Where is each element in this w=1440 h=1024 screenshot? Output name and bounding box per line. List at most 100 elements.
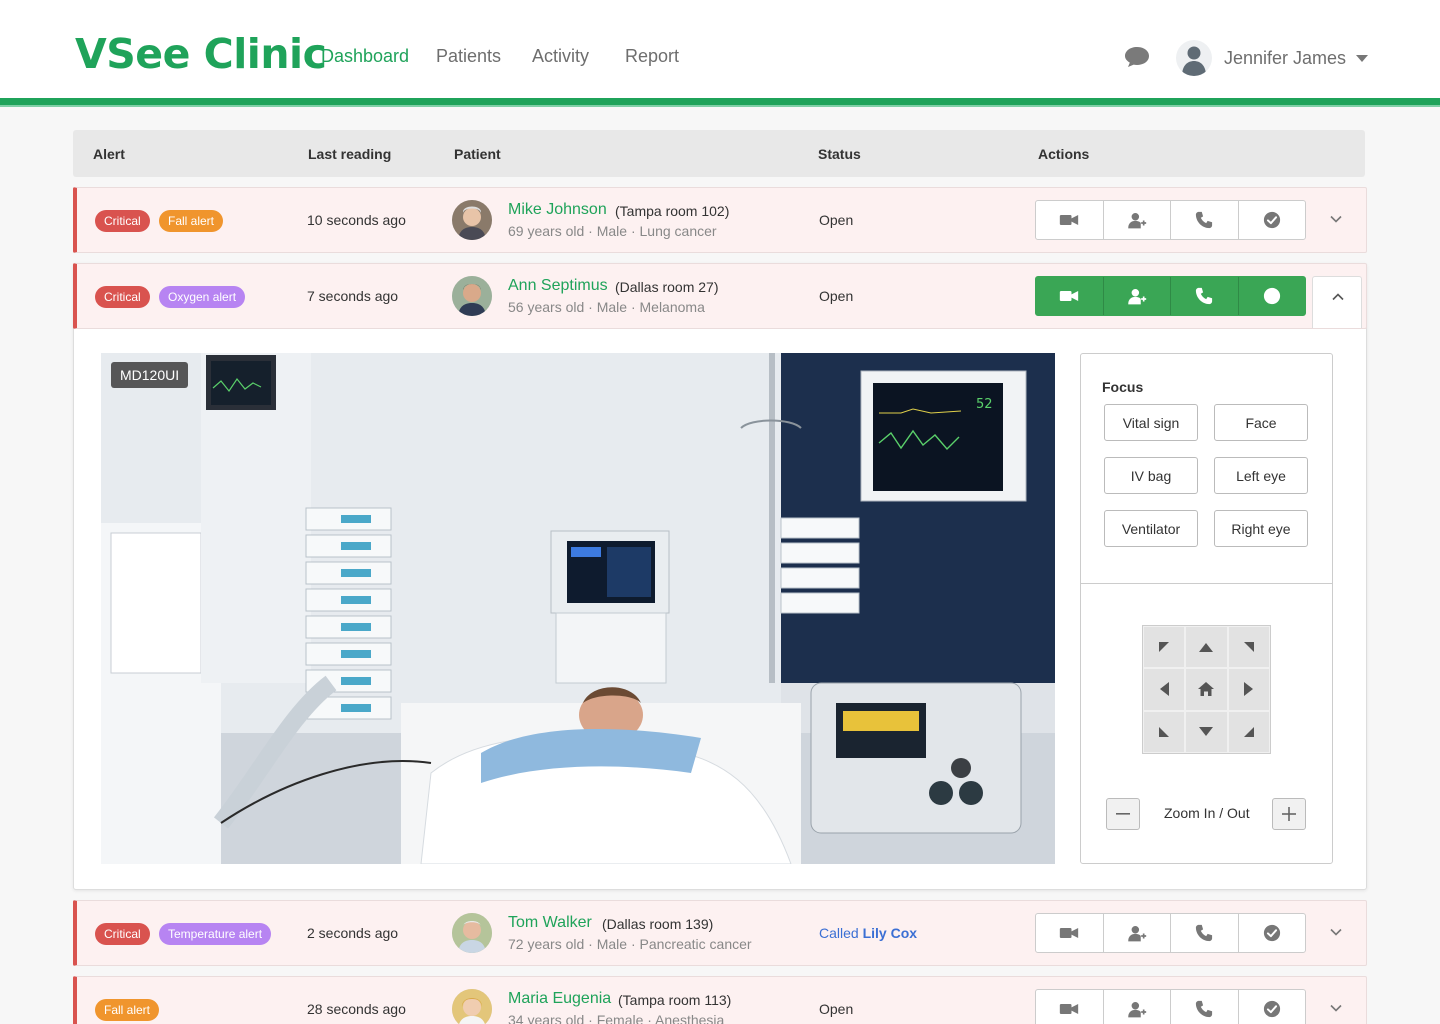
focus-iv-bag-button[interactable]: IV bag	[1104, 457, 1198, 494]
chevron-down-icon[interactable]	[1329, 1001, 1343, 1015]
alert-badge-fall: Fall alert	[95, 999, 160, 1021]
user-name[interactable]: Jennifer James	[1224, 48, 1346, 69]
assign-user-button[interactable]	[1104, 990, 1171, 1024]
patient-name[interactable]: Tom Walker	[508, 914, 592, 932]
arrow-up-right-icon	[1243, 642, 1254, 653]
pan-down-left-button[interactable]	[1143, 710, 1186, 753]
zoom-label: Zoom In / Out	[1164, 805, 1250, 821]
video-call-button[interactable]	[1036, 914, 1104, 952]
column-header-last-reading: Last reading	[308, 146, 392, 162]
video-icon	[1059, 926, 1079, 940]
assign-user-button[interactable]	[1104, 201, 1171, 239]
arrow-right-icon	[1244, 682, 1254, 697]
assign-user-button[interactable]	[1104, 277, 1171, 315]
phone-icon	[1195, 1000, 1213, 1018]
add-user-icon	[1127, 1001, 1147, 1018]
app-logo[interactable]: VSee Clinic	[75, 30, 327, 78]
check-icon	[1263, 1000, 1281, 1018]
table-row[interactable]: Critical Oxygen alert 7 seconds ago Ann …	[73, 263, 1367, 329]
resolve-button[interactable]	[1239, 201, 1306, 239]
collapse-row-button[interactable]	[1312, 276, 1362, 328]
pan-right-button[interactable]	[1227, 668, 1270, 711]
focus-right-eye-button[interactable]: Right eye	[1214, 510, 1308, 547]
status-text: Open	[819, 212, 854, 228]
nav-patients[interactable]: Patients	[436, 46, 501, 67]
video-feed[interactable]: 52 MD120UI	[101, 353, 1055, 864]
phone-call-button[interactable]	[1171, 201, 1239, 239]
video-call-button[interactable]	[1036, 201, 1104, 239]
chevron-down-icon[interactable]	[1356, 55, 1368, 62]
expanded-row-panel: Critical Oxygen alert 7 seconds ago Ann …	[73, 263, 1367, 890]
resolve-button[interactable]	[1239, 277, 1306, 315]
check-icon	[1263, 211, 1281, 229]
video-icon	[1059, 1002, 1079, 1016]
user-avatar[interactable]	[1176, 40, 1212, 76]
patient-room: (Tampa room 102)	[615, 203, 730, 219]
check-icon	[1263, 924, 1281, 942]
phone-icon	[1195, 211, 1213, 229]
phone-call-button[interactable]	[1171, 990, 1239, 1024]
zoom-out-button[interactable]	[1106, 798, 1140, 830]
focus-left-eye-button[interactable]: Left eye	[1214, 457, 1308, 494]
video-call-button[interactable]	[1036, 990, 1104, 1024]
header-accent-bar	[0, 98, 1440, 107]
alert-badge-critical: Critical	[95, 210, 150, 232]
camera-control-panel: Focus Vital sign Face IV bag Left eye Ve…	[1080, 353, 1333, 864]
nav-dashboard[interactable]: Dashboard	[321, 46, 409, 67]
phone-call-button[interactable]	[1171, 914, 1239, 952]
focus-face-button[interactable]: Face	[1214, 404, 1308, 441]
nav-report[interactable]: Report	[625, 46, 679, 67]
focus-title: Focus	[1102, 379, 1144, 395]
arrow-left-icon	[1159, 682, 1169, 697]
patient-avatar	[452, 200, 492, 240]
zoom-in-button[interactable]	[1272, 798, 1306, 830]
last-reading: 28 seconds ago	[307, 1001, 406, 1017]
pan-up-right-button[interactable]	[1227, 626, 1270, 669]
chat-icon[interactable]	[1124, 46, 1150, 68]
patient-name[interactable]: Maria Eugenia	[508, 990, 611, 1008]
table-row[interactable]: Critical Temperature alert 2 seconds ago…	[73, 900, 1367, 966]
resolve-button[interactable]	[1239, 914, 1306, 952]
add-user-icon	[1127, 925, 1147, 942]
resolve-button[interactable]	[1239, 990, 1306, 1024]
panel-divider	[1081, 583, 1332, 584]
add-user-icon	[1127, 212, 1147, 229]
status-text: Open	[819, 1001, 854, 1017]
phone-call-button[interactable]	[1171, 277, 1239, 315]
video-call-button[interactable]	[1036, 277, 1104, 315]
table-row[interactable]: Critical Fall alert 10 seconds ago Mike …	[73, 187, 1367, 253]
last-reading: 2 seconds ago	[307, 925, 399, 941]
nav-activity[interactable]: Activity	[532, 46, 589, 67]
table-header: Alert Last reading Patient Status Action…	[73, 130, 1365, 177]
camera-home-button[interactable]	[1185, 668, 1228, 711]
video-icon	[1059, 289, 1079, 303]
focus-vital-sign-button[interactable]: Vital sign	[1104, 404, 1198, 441]
last-reading: 10 seconds ago	[307, 212, 406, 228]
patient-meta: 69 years old · Male · Lung cancer	[508, 223, 717, 239]
chevron-down-icon[interactable]	[1329, 212, 1343, 226]
focus-ventilator-button[interactable]: Ventilator	[1104, 510, 1198, 547]
patient-avatar	[452, 276, 492, 316]
column-header-alert: Alert	[93, 146, 125, 162]
status-text: Open	[819, 288, 854, 304]
arrow-up-left-icon	[1159, 642, 1170, 653]
assign-user-button[interactable]	[1104, 914, 1171, 952]
column-header-actions: Actions	[1038, 146, 1090, 162]
pan-left-button[interactable]	[1143, 668, 1186, 711]
arrow-down-icon	[1199, 727, 1214, 737]
pan-down-button[interactable]	[1185, 710, 1228, 753]
add-user-icon	[1127, 288, 1147, 305]
alert-badge-oxygen: Oxygen alert	[159, 286, 246, 308]
table-row[interactable]: Fall alert 28 seconds ago Maria Eugenia …	[73, 976, 1367, 1024]
pan-up-left-button[interactable]	[1143, 626, 1186, 669]
chevron-down-icon[interactable]	[1329, 925, 1343, 939]
check-icon	[1263, 287, 1281, 305]
called-staff-name[interactable]: Lily Cox	[863, 925, 917, 941]
action-group	[1035, 200, 1306, 240]
patient-name[interactable]: Mike Johnson	[508, 201, 607, 219]
pan-up-button[interactable]	[1185, 626, 1228, 669]
patient-name[interactable]: Ann Septimus	[508, 277, 608, 295]
svg-text:52: 52	[976, 397, 993, 412]
pan-down-right-button[interactable]	[1227, 710, 1270, 753]
action-group	[1035, 913, 1306, 953]
